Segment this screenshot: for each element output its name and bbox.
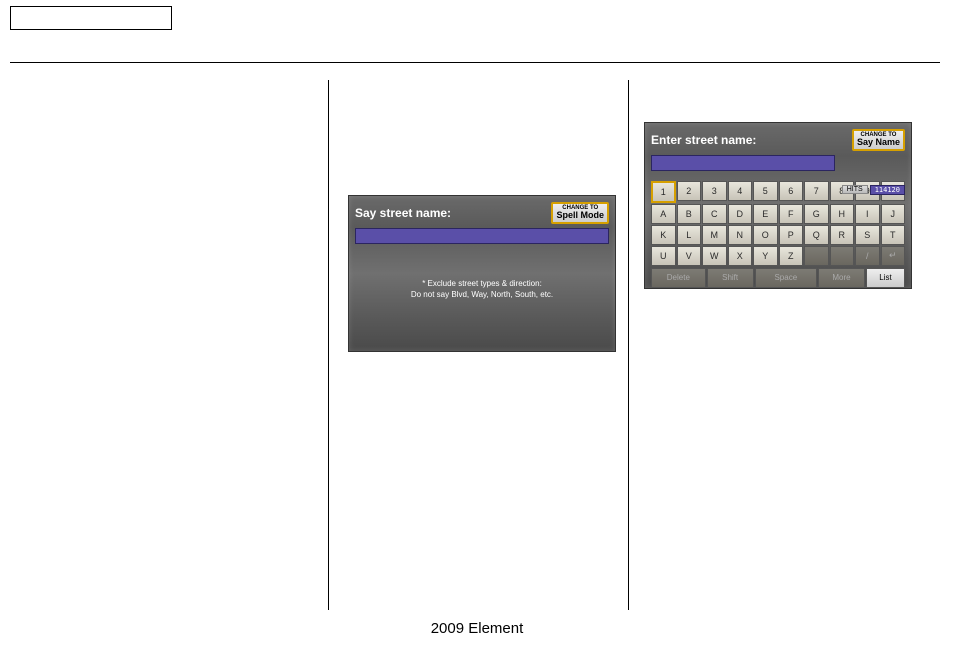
key-↵[interactable]: ↵ [881, 246, 906, 266]
key-M[interactable]: M [702, 225, 727, 245]
key-L[interactable]: L [677, 225, 702, 245]
voice-input-bar [355, 228, 609, 244]
key-J[interactable]: J [881, 204, 906, 224]
key-/[interactable]: / [855, 246, 880, 266]
key-blank[interactable] [830, 246, 855, 266]
key-Q[interactable]: Q [804, 225, 829, 245]
voice-panel-header: Say street name: CHANGE TO Spell Mode [349, 196, 615, 226]
column-divider-2 [628, 80, 629, 610]
key-7[interactable]: 7 [804, 181, 829, 201]
key-2[interactable]: 2 [677, 181, 702, 201]
delete-key[interactable]: Delete [651, 268, 706, 288]
key-E[interactable]: E [753, 204, 778, 224]
type-panel-header: Enter street name: CHANGE TO Say Name [645, 123, 911, 153]
hits-label: HITS [842, 185, 868, 194]
key-H[interactable]: H [830, 204, 855, 224]
key-P[interactable]: P [779, 225, 804, 245]
key-U[interactable]: U [651, 246, 676, 266]
key-G[interactable]: G [804, 204, 829, 224]
list-key[interactable]: List [866, 268, 905, 288]
space-key[interactable]: Space [755, 268, 818, 288]
key-5[interactable]: 5 [753, 181, 778, 201]
key-I[interactable]: I [855, 204, 880, 224]
key-Z[interactable]: Z [779, 246, 804, 266]
key-T[interactable]: T [881, 225, 906, 245]
voice-instruction: * Exclude street types & direction: Do n… [349, 250, 615, 300]
type-entry-panel: Enter street name: CHANGE TO Say Name HI… [644, 122, 912, 289]
type-panel-title: Enter street name: [651, 133, 756, 147]
key-1[interactable]: 1 [651, 181, 676, 203]
more-key[interactable]: More [818, 268, 865, 288]
change-to-say-button[interactable]: CHANGE TO Say Name [852, 129, 905, 151]
key-Y[interactable]: Y [753, 246, 778, 266]
change-to-mode: Spell Mode [556, 210, 604, 220]
type-input-bar[interactable] [651, 155, 835, 171]
empty-header-box [10, 6, 172, 30]
key-D[interactable]: D [728, 204, 753, 224]
column-divider-1 [328, 80, 329, 610]
key-F[interactable]: F [779, 204, 804, 224]
key-C[interactable]: C [702, 204, 727, 224]
key-V[interactable]: V [677, 246, 702, 266]
key-R[interactable]: R [830, 225, 855, 245]
change-to-spell-button[interactable]: CHANGE TO Spell Mode [551, 202, 609, 224]
hits-counter: HITS 114120 [842, 185, 905, 195]
key-N[interactable]: N [728, 225, 753, 245]
key-B[interactable]: B [677, 204, 702, 224]
key-6[interactable]: 6 [779, 181, 804, 201]
key-K[interactable]: K [651, 225, 676, 245]
footer-text: 2009 Element [0, 620, 954, 637]
keypad-function-row: Delete Shift Space More List [651, 268, 905, 288]
key-blank[interactable] [804, 246, 829, 266]
voice-instruction-line1: * Exclude street types & direction: [349, 278, 615, 289]
voice-entry-panel: Say street name: CHANGE TO Spell Mode * … [348, 195, 616, 352]
shift-key[interactable]: Shift [707, 268, 754, 288]
key-4[interactable]: 4 [728, 181, 753, 201]
hits-value: 114120 [870, 185, 905, 195]
key-O[interactable]: O [753, 225, 778, 245]
key-W[interactable]: W [702, 246, 727, 266]
voice-panel-title: Say street name: [355, 206, 451, 220]
horizontal-rule [10, 62, 940, 63]
key-A[interactable]: A [651, 204, 676, 224]
change-to-mode-2: Say Name [857, 137, 900, 147]
key-3[interactable]: 3 [702, 181, 727, 201]
key-X[interactable]: X [728, 246, 753, 266]
key-S[interactable]: S [855, 225, 880, 245]
voice-instruction-line2: Do not say Blvd, Way, North, South, etc. [349, 289, 615, 300]
